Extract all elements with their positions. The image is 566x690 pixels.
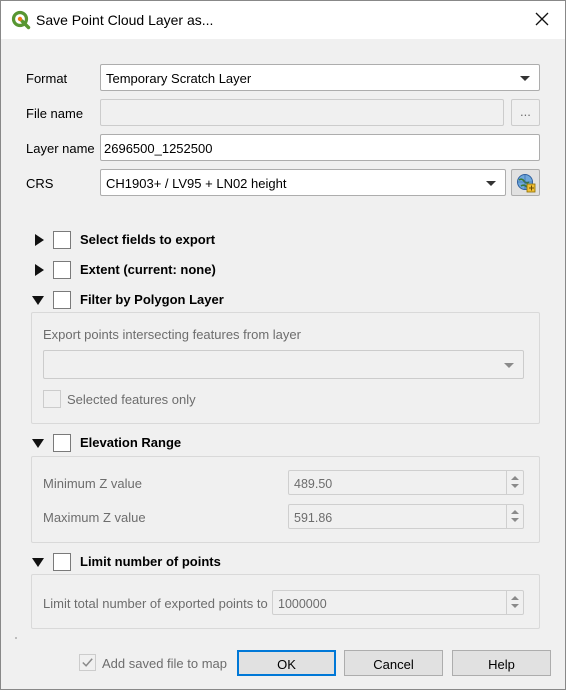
spin-up-icon[interactable] — [511, 510, 519, 514]
limit-points-group-header[interactable]: Limit number of points — [1, 551, 565, 573]
max-z-value: 591.86 — [294, 511, 333, 525]
select-fields-title: Select fields to export — [80, 232, 216, 247]
spin-buttons[interactable] — [506, 471, 523, 494]
filter-polygon-group-header[interactable]: Filter by Polygon Layer — [1, 289, 565, 311]
collapse-arrow-icon[interactable] — [32, 296, 44, 305]
add-to-map-label: Add saved file to map — [102, 656, 228, 671]
file-name-label: File name — [26, 106, 84, 121]
limit-points-title: Limit number of points — [80, 554, 221, 569]
collapse-arrow-icon[interactable] — [32, 558, 44, 567]
limit-points-checkbox[interactable] — [53, 553, 71, 571]
elevation-title: Elevation Range — [80, 435, 182, 450]
spin-down-icon[interactable] — [511, 604, 519, 608]
browse-button[interactable]: ... — [511, 99, 540, 126]
select-fields-checkbox[interactable] — [53, 231, 71, 249]
extent-title: Extent (current: none) — [80, 262, 216, 277]
filter-polygon-checkbox[interactable] — [53, 291, 71, 309]
spin-buttons[interactable] — [506, 591, 523, 614]
format-value: Temporary Scratch Layer — [106, 71, 252, 86]
min-z-spinbox[interactable]: 489.50 — [288, 470, 524, 495]
limit-label: Limit total number of exported points to — [43, 596, 268, 611]
filter-polygon-panel: Export points intersecting features from… — [31, 312, 540, 424]
ok-button[interactable]: OK — [237, 650, 336, 676]
layer-name-label: Layer name — [26, 141, 95, 156]
limit-spinbox[interactable]: 1000000 — [272, 590, 524, 615]
min-z-value: 489.50 — [294, 477, 333, 491]
crs-value: CH1903+ / LV95 + LN02 height — [106, 176, 287, 191]
limit-value: 1000000 — [278, 597, 327, 611]
max-z-spinbox[interactable]: 591.86 — [288, 504, 524, 529]
layer-name-value: 2696500_1252500 — [104, 141, 213, 156]
polygon-layer-combobox[interactable] — [43, 350, 524, 379]
min-z-label: Minimum Z value — [43, 476, 142, 491]
collapse-arrow-icon[interactable] — [32, 439, 44, 448]
format-label: Format — [26, 71, 68, 86]
extent-checkbox[interactable] — [53, 261, 71, 279]
spin-up-icon[interactable] — [511, 476, 519, 480]
chevron-down-icon — [520, 76, 530, 81]
max-z-label: Maximum Z value — [43, 510, 146, 525]
resize-dot — [15, 637, 17, 639]
crs-label: CRS — [26, 176, 54, 191]
expand-arrow-icon[interactable] — [35, 234, 44, 246]
file-name-field[interactable] — [100, 99, 504, 126]
window-title: Save Point Cloud Layer as... — [36, 12, 214, 28]
layer-name-field[interactable]: 2696500_1252500 — [100, 134, 540, 161]
crs-select-icon — [517, 174, 536, 193]
spin-up-icon[interactable] — [511, 596, 519, 600]
qgis-logo-icon — [11, 10, 31, 30]
limit-points-panel: Limit total number of exported points to… — [31, 574, 540, 629]
select-fields-group-header[interactable]: Select fields to export — [1, 229, 565, 251]
spin-down-icon[interactable] — [511, 518, 519, 522]
selected-only-checkbox[interactable] — [43, 390, 61, 408]
chevron-down-icon — [504, 363, 514, 368]
chevron-down-icon — [486, 181, 496, 186]
extent-group-header[interactable]: Extent (current: none) — [1, 259, 565, 281]
close-icon[interactable] — [533, 10, 551, 28]
cancel-button[interactable]: Cancel — [344, 650, 443, 676]
filter-polygon-title: Filter by Polygon Layer — [80, 292, 224, 307]
spin-down-icon[interactable] — [511, 484, 519, 488]
selected-only-label: Selected features only — [67, 392, 196, 407]
expand-arrow-icon[interactable] — [35, 264, 44, 276]
help-button[interactable]: Help — [452, 650, 551, 676]
spin-buttons[interactable] — [506, 505, 523, 528]
polygon-layer-label: Export points intersecting features from… — [43, 327, 301, 342]
title-bar: Save Point Cloud Layer as... — [1, 1, 565, 39]
elevation-panel: Minimum Z value 489.50 Maximum Z value 5… — [31, 456, 540, 543]
crs-select-button[interactable] — [511, 169, 540, 196]
crs-combobox[interactable]: CH1903+ / LV95 + LN02 height — [100, 169, 506, 196]
add-to-map-checkbox[interactable] — [79, 654, 96, 671]
format-combobox[interactable]: Temporary Scratch Layer — [100, 64, 540, 91]
elevation-checkbox[interactable] — [53, 434, 71, 452]
save-point-cloud-dialog: Save Point Cloud Layer as... Format Temp… — [0, 0, 566, 690]
elevation-group-header[interactable]: Elevation Range — [1, 432, 565, 454]
checkmark-icon — [82, 658, 93, 667]
browse-label: ... — [520, 104, 531, 119]
